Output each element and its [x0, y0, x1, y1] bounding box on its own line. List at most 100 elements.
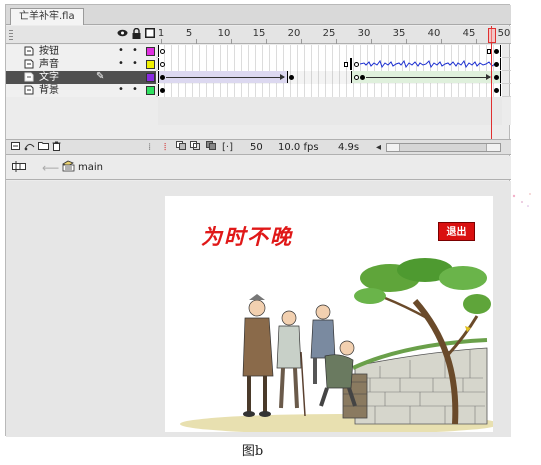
scroll-left-icon[interactable]: ◂ [376, 141, 381, 154]
visibility-dot[interactable]: • [116, 84, 126, 96]
layer-frames[interactable] [158, 84, 502, 97]
elapsed-time-readout: 4.9s [338, 142, 360, 153]
keyframe[interactable] [494, 49, 499, 54]
blank-keyframe[interactable] [354, 62, 359, 67]
ruler-frame-number: 50 [497, 28, 511, 39]
ruler-tick [336, 39, 337, 44]
playhead-marker[interactable] [488, 28, 496, 43]
layer-row-text[interactable]: 文字 ✎ [6, 71, 511, 84]
frame-span [158, 45, 501, 57]
edit-multiple-frames-icon[interactable] [206, 141, 217, 154]
ruler-frame-number: 10 [217, 28, 231, 39]
flash-editor-window: 亡羊补牢.fla 1 5 10 15 20 25 30 35 40 45 50 按钮 • • [5, 4, 511, 437]
onion-outline-icon[interactable] [190, 141, 201, 154]
layer-row-buttons[interactable]: 按钮 • • [6, 45, 511, 58]
layer-name-area[interactable]: 按钮 • • [6, 45, 156, 58]
ruler-frame-number: 30 [357, 28, 371, 39]
exit-button[interactable]: 退出 [438, 222, 475, 241]
keyframe[interactable] [160, 75, 165, 80]
pencil-icon: ✎ [96, 71, 105, 82]
ruler-frame-number: 15 [252, 28, 266, 39]
new-layer-icon[interactable] [11, 141, 21, 155]
center-frame-icon[interactable]: ⦙ [164, 141, 166, 154]
lock-icon[interactable] [130, 27, 142, 41]
layer-color-swatch[interactable] [146, 86, 155, 95]
stone-wall-graphic [352, 338, 488, 425]
scrollbar-thumb[interactable] [399, 144, 487, 151]
keyframe[interactable] [494, 62, 499, 67]
frame-span [158, 58, 351, 70]
frame-rate-readout: 10.0 fps [278, 142, 319, 153]
lock-dot[interactable]: • [130, 45, 140, 57]
eye-icon[interactable] [116, 28, 128, 41]
visibility-dot[interactable]: • [116, 45, 126, 57]
layer-row-sound[interactable]: 声音 • • [6, 58, 511, 71]
keyframe[interactable] [160, 88, 165, 93]
layer-name: 声音 [39, 59, 59, 70]
layer-name-area[interactable]: 文字 ✎ [6, 71, 156, 84]
frame-span [158, 84, 501, 96]
visibility-dot[interactable]: • [116, 58, 126, 70]
layer-name: 文字 [39, 72, 59, 83]
illustration-old-men-tree-wall [180, 258, 493, 432]
tween-arrow [366, 74, 491, 80]
keyframe[interactable] [289, 75, 294, 80]
layer-color-swatch[interactable] [146, 60, 155, 69]
layer-name-area[interactable]: 背景 • • [6, 84, 156, 97]
ruler-tick [406, 39, 407, 44]
ruler-tick [371, 39, 372, 44]
timeline-toggle-icon[interactable] [12, 160, 26, 177]
layer-frames[interactable] [158, 71, 502, 84]
frame-ruler[interactable]: 1 5 10 15 20 25 30 35 40 45 50 [158, 26, 510, 44]
work-area: 为时不晚 退出 [6, 181, 511, 437]
ruler-frame-number: 40 [427, 28, 441, 39]
empty-frames-area [158, 97, 502, 125]
blank-keyframe[interactable] [160, 49, 165, 54]
layer-icon [24, 46, 34, 57]
villagers-graphic [242, 294, 357, 417]
motion-guide-icon[interactable] [24, 141, 35, 155]
blank-keyframe[interactable] [354, 75, 359, 80]
timeline-footer: ⁞ ⦙ [·] 50 10.0 fps 4.9s ◂ [6, 139, 511, 155]
layer-frames[interactable] [158, 45, 502, 58]
onion-skin-icon[interactable] [176, 141, 187, 154]
layer-row-background[interactable]: 背景 • • [6, 84, 511, 97]
layer-name: 按钮 [39, 46, 59, 57]
layer-icon [24, 59, 34, 70]
layer-color-swatch[interactable] [146, 47, 155, 56]
lock-dot[interactable]: • [130, 84, 140, 96]
blank-keyframe[interactable] [160, 62, 165, 67]
lock-dot[interactable]: • [130, 58, 140, 70]
panel-grip-icon[interactable] [9, 30, 13, 40]
document-tab[interactable]: 亡羊补牢.fla [10, 8, 84, 25]
keyframe[interactable] [494, 75, 499, 80]
outline-icon[interactable] [144, 28, 156, 41]
scene-label[interactable]: main [78, 161, 103, 175]
ruler-frame-number: 25 [322, 28, 336, 39]
keyframe[interactable] [360, 75, 365, 80]
keyframe[interactable] [494, 88, 499, 93]
edit-bar: ⟵ main [6, 156, 511, 180]
ruler-tick [301, 39, 302, 44]
ruler-frame-number: 20 [287, 28, 301, 39]
timeline-horizontal-scrollbar[interactable] [386, 143, 501, 152]
corner-sparkle-decoration [512, 193, 531, 207]
divider-grip-icon: ⁞ [148, 142, 152, 153]
new-folder-icon[interactable] [38, 141, 49, 154]
back-arrow-icon[interactable]: ⟵ [42, 160, 59, 176]
figure-caption: 图b [241, 444, 264, 459]
ruler-frame-number: 45 [462, 28, 476, 39]
document-tab-bar: 亡羊补牢.fla [6, 5, 511, 25]
layer-name-area[interactable]: 声音 • • [6, 58, 156, 71]
scene-icon [62, 160, 75, 176]
ruler-frame-number: 35 [392, 28, 406, 39]
layer-color-swatch[interactable] [146, 73, 155, 82]
trash-icon[interactable] [52, 141, 61, 155]
modify-onion-markers-icon[interactable]: [·] [222, 141, 233, 154]
stage[interactable]: 为时不晚 退出 [165, 196, 493, 432]
frame-end-marker [344, 62, 348, 67]
ruler-tick [196, 39, 197, 44]
layer-frames[interactable] [158, 58, 502, 71]
playhead-line [491, 26, 492, 144]
ruler-tick [441, 39, 442, 44]
